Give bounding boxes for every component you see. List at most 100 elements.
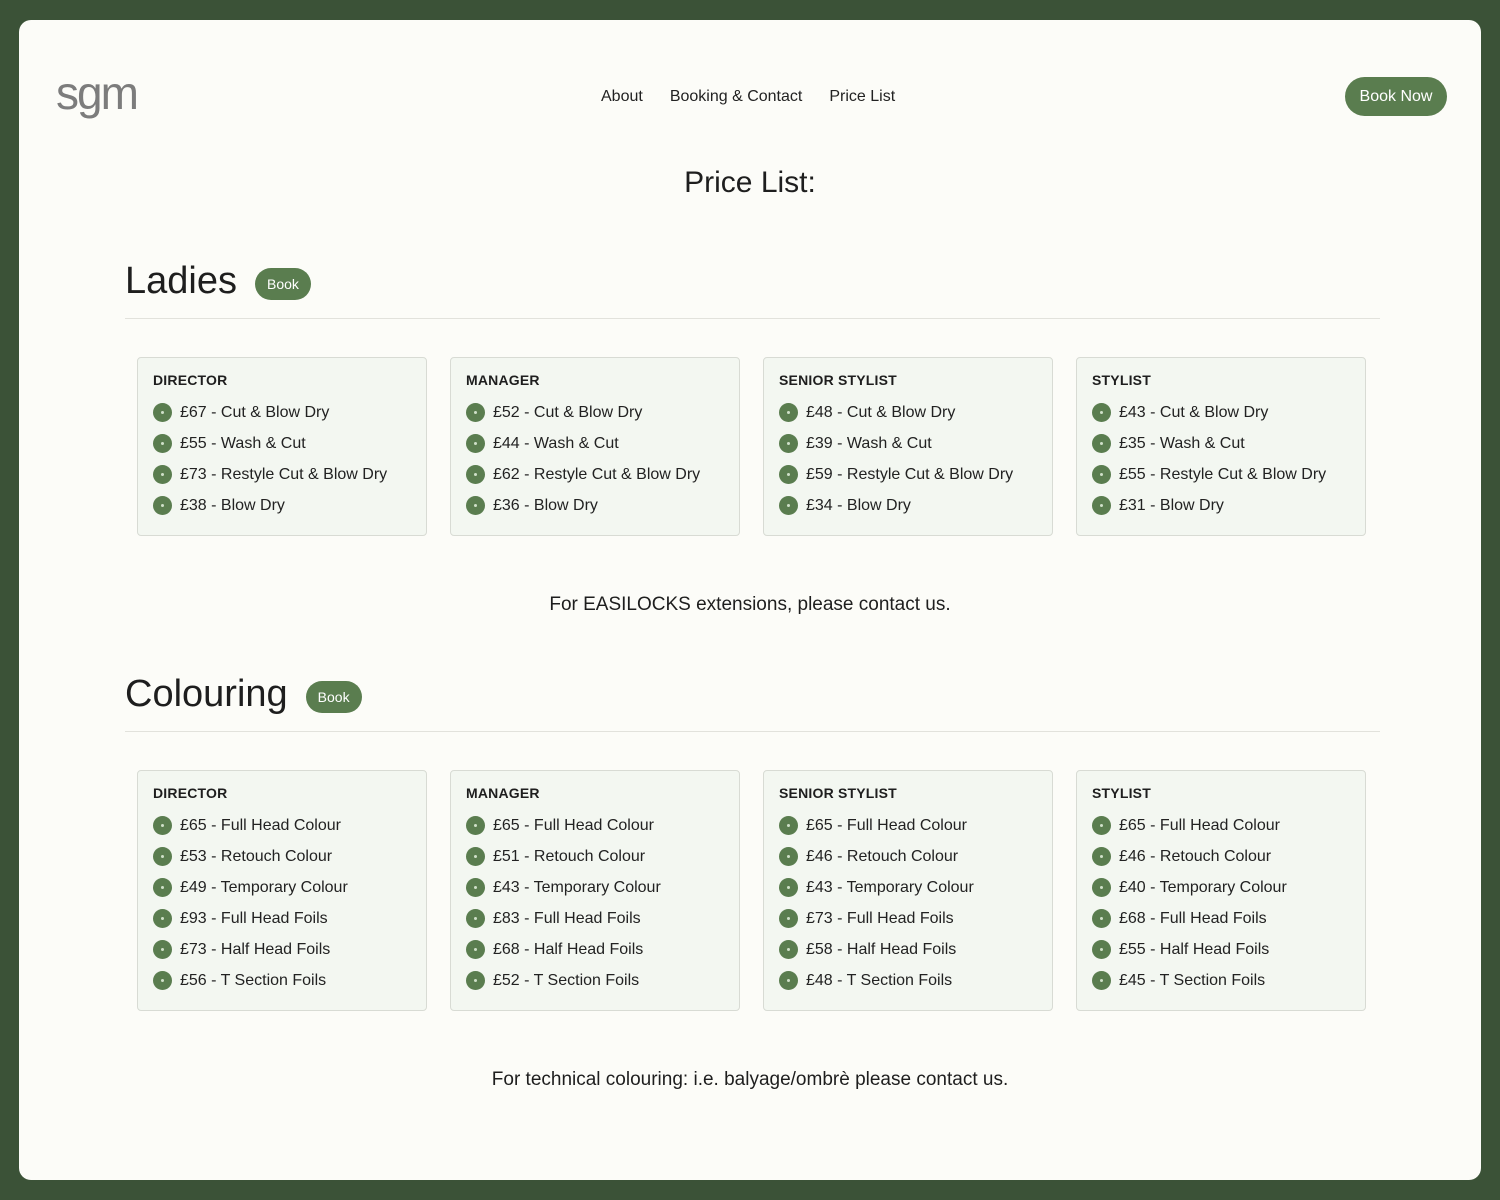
- bullet-icon: [1092, 940, 1111, 959]
- price-item-text: £68 - Full Head Foils: [1119, 909, 1267, 927]
- price-item-text: £93 - Full Head Foils: [180, 909, 328, 927]
- bullet-icon: [1092, 496, 1111, 515]
- nav-booking-contact[interactable]: Booking & Contact: [670, 88, 803, 106]
- price-item-text: £49 - Temporary Colour: [180, 878, 348, 896]
- price-item: £39 - Wash & Cut: [779, 428, 1037, 459]
- price-item-text: £52 - Cut & Blow Dry: [493, 403, 643, 421]
- bullet-icon: [1092, 971, 1111, 990]
- ladies-section: Ladies Book DIRECTOR £67 - Cut & Blow Dr…: [125, 256, 1380, 536]
- bullet-icon: [779, 940, 798, 959]
- card-role: DIRECTOR: [153, 785, 228, 801]
- ladies-cards: DIRECTOR £67 - Cut & Blow Dry £55 - Wash…: [125, 357, 1380, 536]
- bullet-icon: [779, 403, 798, 422]
- price-item: £65 - Full Head Colour: [466, 810, 724, 841]
- price-item: £56 - T Section Foils: [153, 965, 411, 996]
- price-item: £55 - Wash & Cut: [153, 428, 411, 459]
- price-item: £52 - T Section Foils: [466, 965, 724, 996]
- price-item-text: £34 - Blow Dry: [806, 496, 911, 514]
- price-item: £51 - Retouch Colour: [466, 841, 724, 872]
- bullet-icon: [779, 816, 798, 835]
- nav-price-list[interactable]: Price List: [829, 88, 895, 106]
- price-item-text: £59 - Restyle Cut & Blow Dry: [806, 465, 1014, 483]
- price-item-text: £31 - Blow Dry: [1119, 496, 1224, 514]
- price-item-text: £51 - Retouch Colour: [493, 847, 646, 865]
- price-item: £62 - Restyle Cut & Blow Dry: [466, 459, 724, 490]
- ladies-book-button[interactable]: Book: [254, 268, 311, 300]
- bullet-icon: [779, 878, 798, 897]
- bullet-icon: [466, 971, 485, 990]
- ladies-header: Ladies Book: [125, 256, 1380, 306]
- page-title: Price List:: [684, 166, 816, 199]
- price-item: £73 - Full Head Foils: [779, 903, 1037, 934]
- colouring-book-button[interactable]: Book: [305, 681, 362, 713]
- card-role: DIRECTOR: [153, 372, 228, 388]
- price-item-text: £46 - Retouch Colour: [1119, 847, 1272, 865]
- price-item: £83 - Full Head Foils: [466, 903, 724, 934]
- card-role: STYLIST: [1092, 372, 1151, 388]
- bullet-icon: [779, 909, 798, 928]
- card-role: MANAGER: [466, 372, 540, 388]
- bullet-icon: [153, 940, 172, 959]
- bullet-icon: [153, 434, 172, 453]
- price-item: £59 - Restyle Cut & Blow Dry: [779, 459, 1037, 490]
- bullet-icon: [153, 816, 172, 835]
- ladies-divider: [125, 318, 1380, 319]
- bullet-icon: [153, 878, 172, 897]
- price-item-text: £56 - T Section Foils: [180, 971, 327, 989]
- price-item: £43 - Temporary Colour: [779, 872, 1037, 903]
- bullet-icon: [466, 496, 485, 515]
- card-role: MANAGER: [466, 785, 540, 801]
- bullet-icon: [1092, 465, 1111, 484]
- card-role: SENIOR STYLIST: [779, 785, 897, 801]
- price-item-text: £43 - Temporary Colour: [806, 878, 974, 896]
- bullet-icon: [466, 909, 485, 928]
- price-item: £73 - Half Head Foils: [153, 934, 411, 965]
- price-item: £55 - Restyle Cut & Blow Dry: [1092, 459, 1350, 490]
- page: sgm About Booking & Contact Price List B…: [19, 20, 1481, 1180]
- price-item: £34 - Blow Dry: [779, 490, 1037, 521]
- price-item-text: £73 - Half Head Foils: [180, 940, 331, 958]
- price-item: £36 - Blow Dry: [466, 490, 724, 521]
- price-item: £43 - Temporary Colour: [466, 872, 724, 903]
- bullet-icon: [1092, 434, 1111, 453]
- bullet-icon: [779, 465, 798, 484]
- price-item-text: £43 - Temporary Colour: [493, 878, 661, 896]
- price-card-manager: MANAGER £65 - Full Head Colour £51 - Ret…: [450, 770, 740, 1011]
- price-item: £65 - Full Head Colour: [153, 810, 411, 841]
- price-item: £53 - Retouch Colour: [153, 841, 411, 872]
- price-item: £73 - Restyle Cut & Blow Dry: [153, 459, 411, 490]
- bullet-icon: [779, 434, 798, 453]
- book-now-button[interactable]: Book Now: [1345, 77, 1447, 116]
- price-card-senior-stylist: SENIOR STYLIST £65 - Full Head Colour £4…: [763, 770, 1053, 1011]
- price-item-text: £48 - T Section Foils: [806, 971, 953, 989]
- price-item: £55 - Half Head Foils: [1092, 934, 1350, 965]
- ladies-title: Ladies: [125, 260, 237, 302]
- price-item: £68 - Half Head Foils: [466, 934, 724, 965]
- price-item: £35 - Wash & Cut: [1092, 428, 1350, 459]
- colouring-title: Colouring: [125, 673, 288, 715]
- nav-about[interactable]: About: [601, 88, 643, 106]
- bullet-icon: [1092, 847, 1111, 866]
- price-item-text: £62 - Restyle Cut & Blow Dry: [493, 465, 701, 483]
- bullet-icon: [153, 496, 172, 515]
- bullet-icon: [153, 909, 172, 928]
- ladies-note: For EASILOCKS extensions, please contact…: [549, 594, 951, 615]
- price-item: £68 - Full Head Foils: [1092, 903, 1350, 934]
- price-item: £38 - Blow Dry: [153, 490, 411, 521]
- bullet-icon: [779, 847, 798, 866]
- price-item: £45 - T Section Foils: [1092, 965, 1350, 996]
- colouring-header: Colouring Book: [125, 669, 1380, 719]
- logo[interactable]: sgm: [56, 70, 139, 116]
- price-item-text: £65 - Full Head Colour: [180, 816, 341, 834]
- bullet-icon: [153, 847, 172, 866]
- bullet-icon: [1092, 878, 1111, 897]
- bullet-icon: [466, 816, 485, 835]
- price-item: £44 - Wash & Cut: [466, 428, 724, 459]
- bullet-icon: [779, 496, 798, 515]
- price-card-stylist: STYLIST £43 - Cut & Blow Dry £35 - Wash …: [1076, 357, 1366, 536]
- price-item-text: £53 - Retouch Colour: [180, 847, 333, 865]
- price-item-text: £35 - Wash & Cut: [1119, 434, 1245, 452]
- bullet-icon: [153, 403, 172, 422]
- price-item: £40 - Temporary Colour: [1092, 872, 1350, 903]
- price-item: £52 - Cut & Blow Dry: [466, 397, 724, 428]
